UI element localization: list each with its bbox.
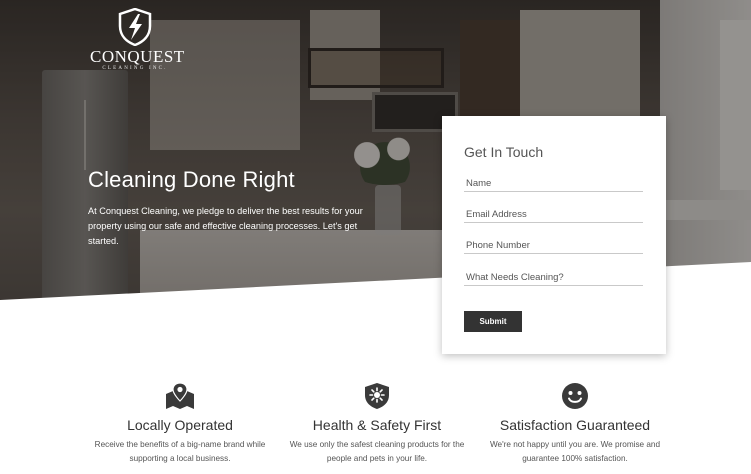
brand-logo[interactable]: CONQUEST CLEANING INC. bbox=[90, 8, 185, 76]
feature-health-safety: Health & Safety First We use only the sa… bbox=[277, 380, 477, 466]
feature-text: We're not happy until you are. We promis… bbox=[489, 440, 661, 463]
phone-field[interactable] bbox=[464, 240, 643, 254]
brand-subtitle: CLEANING INC. bbox=[102, 66, 168, 71]
brand-name: CONQUEST bbox=[90, 47, 185, 66]
shield-icon bbox=[365, 383, 389, 409]
submit-button[interactable]: Submit bbox=[464, 311, 522, 332]
feature-text: Receive the benefits of a big-name brand… bbox=[94, 440, 266, 463]
cleaning-needs-field[interactable] bbox=[464, 272, 643, 286]
name-field[interactable] bbox=[464, 178, 643, 192]
hero-title: Cleaning Done Right bbox=[88, 167, 295, 192]
form-title: Get In Touch bbox=[464, 144, 544, 160]
feature-title: Satisfaction Guaranteed bbox=[499, 417, 651, 433]
email-field[interactable] bbox=[464, 209, 643, 223]
feature-title: Health & Safety First bbox=[312, 417, 442, 433]
smiley-icon bbox=[562, 383, 588, 409]
contact-form-card: Get In Touch Submit bbox=[442, 116, 666, 354]
map-pin-icon bbox=[166, 382, 194, 409]
feature-locally-operated: Locally Operated Receive the benefits of… bbox=[80, 380, 280, 466]
feature-title: Locally Operated bbox=[127, 417, 233, 433]
feature-text: We use only the safest cleaning products… bbox=[289, 440, 465, 463]
hero-description: At Conquest Cleaning, we pledge to deliv… bbox=[88, 206, 363, 246]
feature-satisfaction: Satisfaction Guaranteed We're not happy … bbox=[475, 380, 675, 466]
shield-logo-icon bbox=[118, 8, 152, 46]
